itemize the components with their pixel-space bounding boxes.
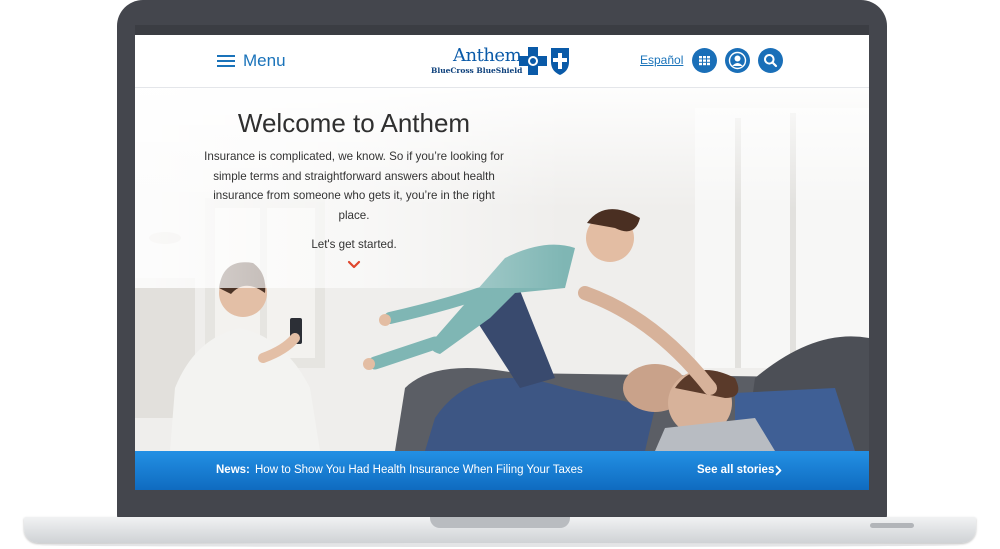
chevron-down-icon[interactable] [347, 260, 361, 270]
apps-button[interactable] [692, 48, 717, 73]
hero-family-image [135, 88, 869, 451]
logo-tagline: BlueCross BlueShield [431, 66, 523, 75]
hero-intro-text: Insurance is complicated, we know. So if… [204, 150, 504, 222]
apps-grid-icon [699, 56, 710, 66]
hero-section: Welcome to Anthem Insurance is complicat… [135, 88, 869, 451]
laptop-base-notch [430, 517, 570, 528]
get-started-link[interactable]: Let's get started. [204, 238, 504, 251]
chevron-right-icon[interactable] [775, 465, 782, 476]
news-label: News: [216, 464, 250, 476]
hamburger-icon [217, 54, 235, 68]
hero-title: Welcome to Anthem [237, 108, 471, 138]
user-profile-icon [728, 51, 747, 70]
blue-shield-icon [551, 48, 569, 75]
browser-screen: Menu Anthem BlueCross BlueShield Español [135, 35, 869, 490]
menu-button[interactable]: Menu [217, 51, 286, 71]
laptop-vent [870, 523, 914, 528]
search-button[interactable] [758, 48, 783, 73]
laptop-shadow [40, 543, 960, 547]
laptop-camera-strip [135, 25, 869, 35]
anthem-logo[interactable]: Anthem BlueCross BlueShield [431, 45, 571, 79]
see-all-stories-link[interactable]: See all stories [697, 464, 774, 476]
blue-cross-icon [519, 47, 547, 75]
profile-button[interactable] [725, 48, 750, 73]
logo-wordmark: Anthem [453, 45, 522, 66]
menu-label: Menu [243, 51, 286, 70]
language-toggle-link[interactable]: Español [640, 53, 683, 67]
site-header: Menu Anthem BlueCross BlueShield Español [135, 35, 869, 88]
search-icon [764, 54, 778, 68]
news-banner: News: How to Show You Had Health Insuran… [135, 451, 869, 490]
news-headline-link[interactable]: How to Show You Had Health Insurance Whe… [255, 464, 583, 476]
